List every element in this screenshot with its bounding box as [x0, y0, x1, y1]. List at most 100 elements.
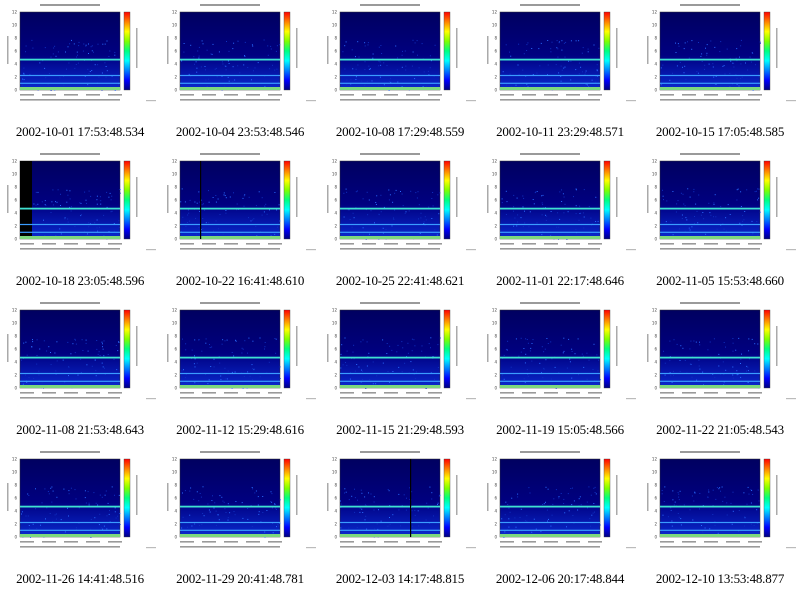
spectrogram-thumbnail[interactable]: 024681012	[320, 447, 480, 565]
noise-speck	[560, 65, 562, 67]
color-bar-label-mark	[776, 28, 778, 68]
noise-speck	[59, 77, 61, 79]
spectrogram-thumbnail[interactable]: 024681012	[320, 149, 480, 267]
spectrogram-thumbnail[interactable]: 024681012	[0, 447, 160, 565]
noise-speck	[233, 355, 235, 357]
color-bar	[123, 458, 131, 538]
plot-area	[339, 11, 441, 91]
noise-speck	[673, 339, 675, 341]
spectrogram-thumbnail[interactable]: 024681012	[160, 298, 320, 416]
baseline-strip	[500, 236, 600, 239]
noise-speck	[558, 497, 560, 499]
noise-speck	[392, 201, 394, 203]
y-tick-label: 8	[494, 185, 497, 190]
y-tick-label: 6	[334, 198, 337, 203]
spectrogram-thumbnail[interactable]: 024681012	[320, 298, 480, 416]
noise-speck	[52, 189, 54, 191]
spectrogram-thumbnail[interactable]: 024681012	[640, 0, 800, 118]
noise-speck	[40, 524, 41, 526]
spectrogram-thumbnail[interactable]: 024681012	[160, 0, 320, 118]
noise-speck	[527, 342, 529, 344]
y-tick-label: 12	[332, 308, 338, 313]
noise-speck	[663, 199, 664, 201]
noise-speck	[364, 69, 366, 71]
noise-speck	[438, 213, 440, 215]
noise-speck	[355, 68, 357, 70]
noise-speck	[404, 362, 406, 364]
spectrogram-thumbnail[interactable]: 024681012	[320, 0, 480, 118]
time-axis-label-mark	[180, 99, 280, 101]
noise-speck	[95, 370, 97, 372]
noise-speck	[231, 352, 233, 353]
noise-speck	[747, 486, 749, 488]
noise-speck	[422, 86, 424, 87]
noise-speck	[738, 510, 740, 511]
noise-speck	[526, 520, 528, 522]
noise-speck	[55, 513, 57, 515]
noise-speck	[689, 363, 691, 365]
cell-14: 0 2 4 6 8 10 12 2002-11-19 15:05:48.566	[480, 298, 640, 447]
spectrogram-thumbnail[interactable]: 024681012	[640, 298, 800, 416]
x-tick-label-mark	[86, 392, 100, 394]
noise-speck	[677, 43, 679, 45]
noise-speck	[181, 370, 183, 372]
color-bar	[283, 458, 291, 538]
noise-speck	[427, 70, 429, 72]
noise-speck	[582, 47, 584, 49]
noise-speck	[570, 40, 572, 42]
x-tick-label-mark	[588, 94, 602, 96]
noise-speck	[541, 195, 543, 197]
noise-speck	[29, 527, 31, 529]
y-axis-label-mark	[327, 483, 329, 511]
spectrogram-thumbnail[interactable]: 024681012	[640, 447, 800, 565]
x-tick-label-mark	[566, 541, 580, 543]
noise-speck	[362, 370, 363, 372]
noise-speck	[418, 218, 419, 220]
noise-speck	[219, 214, 221, 215]
noise-speck	[513, 225, 515, 227]
noise-speck	[740, 206, 742, 207]
noise-speck	[739, 222, 741, 224]
spectrogram-thumbnail[interactable]: 024681012	[480, 149, 640, 267]
noise-speck	[412, 39, 414, 41]
noise-speck	[750, 61, 752, 63]
spectrogram-thumbnail[interactable]: 024681012	[160, 447, 320, 565]
x-tick-label-mark	[406, 94, 420, 96]
x-tick-label-mark	[544, 541, 558, 543]
noise-speck	[210, 382, 212, 384]
noise-speck	[544, 348, 546, 350]
spectrogram-thumbnail[interactable]: 024681012	[0, 298, 160, 416]
spectrogram-thumbnail[interactable]: 024681012	[480, 447, 640, 565]
noise-speck	[38, 370, 40, 372]
spectrogram-thumbnail[interactable]: 024681012	[640, 149, 800, 267]
noise-speck	[196, 202, 198, 204]
noise-speck	[229, 196, 231, 198]
timestamp-caption: 2002-11-22 21:05:48.543	[656, 422, 784, 437]
x-tick-label-mark	[108, 243, 122, 245]
spectrogram-thumbnail[interactable]: 024681012	[0, 0, 160, 118]
cell-4: 0 2 4 6 8 10 12 2002-10-11 23:29:48.571	[480, 0, 640, 149]
noise-speck	[683, 504, 685, 506]
noise-speck	[434, 229, 436, 231]
noise-speck	[749, 56, 751, 58]
plot-title-mark	[520, 302, 580, 304]
y-tick-label: 0	[334, 535, 337, 540]
spectrogram-thumbnail[interactable]: 024681012	[0, 149, 160, 267]
x-tick-label-mark	[246, 243, 260, 245]
noise-speck	[218, 519, 220, 521]
spectrogram-thumbnail[interactable]: 024681012	[480, 298, 640, 416]
noise-speck	[56, 201, 58, 203]
noise-speck	[522, 69, 524, 71]
noise-speck	[271, 493, 273, 495]
noise-speck	[352, 68, 354, 70]
noise-speck	[513, 206, 515, 208]
x-tick-label-mark	[20, 94, 34, 96]
noise-speck	[513, 194, 515, 196]
spectrogram-thumbnail[interactable]: 024681012	[480, 0, 640, 118]
noise-speck	[578, 219, 580, 221]
noise-speck	[736, 370, 738, 372]
noise-speck	[560, 76, 562, 77]
noise-speck	[188, 73, 190, 75]
spectrogram-thumbnail[interactable]: 024681012	[160, 149, 320, 267]
noise-speck	[31, 346, 33, 348]
